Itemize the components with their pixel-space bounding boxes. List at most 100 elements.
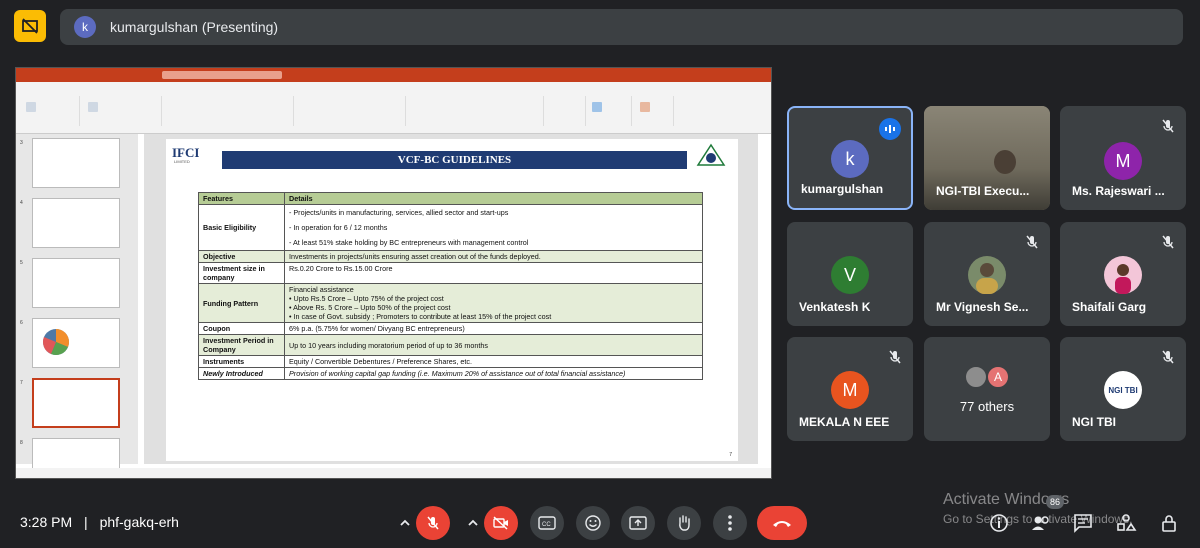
others-count: 77 others [959, 399, 1015, 414]
details-cell: Up to 10 years including moratorium peri… [284, 334, 703, 356]
detail-line: • Above Rs. 5 Crore – Upto 50% of the pr… [289, 303, 451, 312]
participant-tile[interactable]: M MEKALA N EEE [787, 337, 913, 441]
thumb-number: 4 [20, 200, 23, 206]
reactions-button[interactable] [576, 506, 610, 540]
avatar-photo [1104, 256, 1142, 294]
meeting-code: phf-gakq-erh [99, 514, 179, 530]
emoji-icon [585, 515, 601, 531]
table-row: Investment size in company Rs.0.20 Crore… [198, 262, 703, 284]
feature-cell: Instruments [198, 355, 285, 368]
presentation-off-icon[interactable] [14, 10, 46, 42]
ppt-ribbon [16, 92, 771, 134]
ppt-search-box [162, 71, 282, 79]
chat-icon[interactable] [1072, 512, 1094, 534]
detail-line: - Projects/units in manufacturing, servi… [289, 208, 509, 217]
details-cell: Investments in projects/units ensuring a… [284, 250, 703, 263]
mic-off-icon [1162, 119, 1174, 133]
participant-tile[interactable]: NGI-TBI Execu... [924, 106, 1050, 210]
ppt-status-bar [16, 468, 771, 478]
participant-count-badge: 86 [1046, 495, 1064, 509]
people-icon[interactable] [1030, 512, 1052, 534]
mic-off-icon [1026, 235, 1038, 249]
avatar-photo [968, 256, 1006, 294]
host-controls-icon[interactable] [1158, 512, 1180, 534]
table-row: Investment Period in Company Up to 10 ye… [198, 334, 703, 356]
participant-tile[interactable]: Shaifali Garg [1060, 222, 1186, 326]
details-cell: - Projects/units in manufacturing, servi… [284, 204, 703, 251]
ppt-title-bar [16, 68, 771, 82]
participant-name: MEKALA N EEE [799, 415, 890, 429]
table-header: Features [198, 192, 285, 205]
details-cell: Equity / Convertible Debentures / Prefer… [284, 355, 703, 368]
participant-name: Shaifali Garg [1072, 300, 1147, 314]
avatar: k [831, 140, 869, 178]
thumb-number: 3 [20, 140, 23, 146]
table-row: Instruments Equity / Convertible Debentu… [198, 355, 703, 368]
slide-page-number: 7 [729, 452, 732, 458]
feature-cell: Investment size in company [198, 262, 285, 284]
mic-off-icon [1162, 350, 1174, 364]
ppt-menu-bar [16, 82, 771, 92]
feature-cell: Funding Pattern [198, 283, 285, 323]
participant-tile[interactable]: M Ms. Rajeswari ... [1060, 106, 1186, 210]
info-icon[interactable] [988, 512, 1010, 534]
table-row: Objective Investments in projects/units … [198, 250, 703, 263]
avatar: V [831, 256, 869, 294]
pie-thumb-icon [43, 329, 69, 355]
captions-button[interactable]: CC [530, 506, 564, 540]
feature-cell: Basic Eligibility [198, 204, 285, 251]
mic-off-icon [1162, 235, 1174, 249]
others-tile[interactable]: A 77 others [924, 337, 1050, 441]
raise-hand-button[interactable] [667, 506, 701, 540]
mic-toggle-button[interactable] [416, 506, 450, 540]
current-slide: IFCI LIMITED VCF-BC GUIDELINES Features … [166, 139, 738, 461]
participant-tile[interactable]: V Venkatesh K [787, 222, 913, 326]
details-cell: Financial assistance • Upto Rs.5 Crore –… [284, 283, 703, 323]
detail-line: Financial assistance [289, 285, 354, 294]
present-screen-button[interactable] [621, 506, 655, 540]
mic-off-icon [889, 350, 901, 364]
chevron-up-icon[interactable] [398, 516, 412, 530]
camera-off-icon [493, 516, 508, 530]
thumb-number: 8 [20, 440, 23, 446]
participant-tile[interactable]: NGI TBI NGI TBI [1060, 337, 1186, 441]
participant-tile[interactable]: Mr Vignesh Se... [924, 222, 1050, 326]
meeting-info: 3:28 PM | phf-gakq-erh [20, 514, 179, 530]
ngi-tbi-logo: NGI TBI [1104, 371, 1142, 409]
details-cell: Provision of working capital gap funding… [284, 367, 703, 380]
ifci-venture-logo-icon [696, 143, 726, 166]
thumbnail-slide[interactable] [32, 258, 120, 308]
thumb-number: 7 [20, 380, 23, 386]
activities-icon[interactable] [1115, 512, 1137, 534]
leave-call-button[interactable] [757, 506, 807, 540]
participant-name: Ms. Rajeswari ... [1072, 184, 1165, 198]
ifci-logo-sub: LIMITED [174, 159, 190, 164]
feature-cell: Investment Period in Company [198, 334, 285, 356]
thumbnail-slide[interactable] [32, 198, 120, 248]
table-row: Basic Eligibility - Projects/units in ma… [198, 204, 703, 251]
meet-window: k kumargulshan (Presenting) 3 4 5 6 7 8 … [0, 0, 1200, 548]
participant-tile[interactable]: k kumargulshan [787, 106, 913, 210]
presenter-avatar: k [74, 16, 96, 38]
svg-text:CC: CC [542, 522, 551, 528]
participant-name: NGI-TBI Execu... [936, 184, 1030, 198]
avatar-photo [964, 365, 988, 389]
speaking-indicator-icon [879, 118, 901, 140]
thumb-number: 5 [20, 260, 23, 266]
clock-time: 3:28 PM [20, 514, 73, 530]
table-row: Funding Pattern Financial assistance • U… [198, 283, 703, 323]
thumbnail-slide-selected[interactable] [32, 378, 120, 428]
slide-thumbnails: 3 4 5 6 7 8 [16, 134, 138, 478]
present-icon [629, 516, 647, 530]
feature-cell: Objective [198, 250, 285, 263]
table-header: Details [284, 192, 703, 205]
more-options-button[interactable] [713, 506, 747, 540]
avatar: M [831, 371, 869, 409]
thumbnail-slide[interactable] [32, 318, 120, 368]
video-person [994, 150, 1016, 174]
participant-name: Venkatesh K [799, 300, 871, 314]
chevron-up-icon[interactable] [466, 516, 480, 530]
camera-toggle-button[interactable] [484, 506, 518, 540]
detail-line: • Upto Rs.5 Crore – Upto 75% of the proj… [289, 294, 444, 303]
thumbnail-slide[interactable] [32, 138, 120, 188]
